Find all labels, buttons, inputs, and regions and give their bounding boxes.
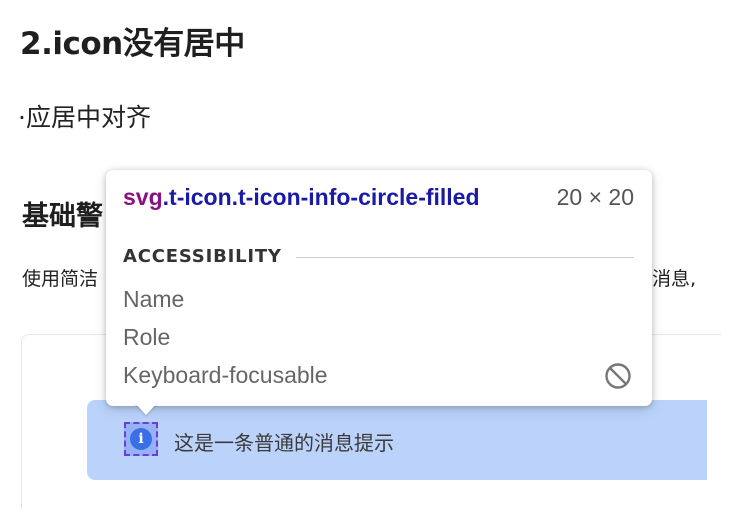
- accessibility-role-row: Role: [123, 324, 171, 350]
- accessibility-name-row: Name: [123, 286, 185, 312]
- note-paragraph: ·应居中对齐: [18, 103, 151, 132]
- tooltip-pointer: [134, 402, 158, 415]
- section-description-tail: 消息,: [652, 268, 697, 290]
- accessibility-keyboard-focusable-row: Keyboard-focusable: [123, 362, 328, 388]
- selector-tag: svg: [123, 184, 163, 210]
- section-title: 基础警: [22, 201, 103, 232]
- alert-message: 这是一条普通的消息提示: [174, 431, 394, 455]
- section-divider: [296, 257, 634, 258]
- element-size: 20 × 20: [556, 184, 634, 210]
- page: 2.icon没有居中 ·应居中对齐 基础警 使用简洁 消息, i 这是一条普通的…: [0, 0, 734, 524]
- page-heading: 2.icon没有居中: [20, 26, 245, 62]
- inspector-tooltip: svg.t-icon.t-icon-info-circle-filled 20 …: [106, 170, 652, 406]
- info-circle-filled-icon[interactable]: i: [130, 428, 152, 450]
- highlighted-element-overlay: i: [124, 422, 158, 456]
- accessibility-section-title: ACCESSIBILITY: [123, 246, 282, 267]
- element-selector: svg.t-icon.t-icon-info-circle-filled: [123, 184, 480, 211]
- section-description: 使用简洁: [22, 268, 99, 290]
- selector-classes: .t-icon.t-icon-info-circle-filled: [162, 184, 480, 210]
- not-allowed-icon: [605, 363, 631, 389]
